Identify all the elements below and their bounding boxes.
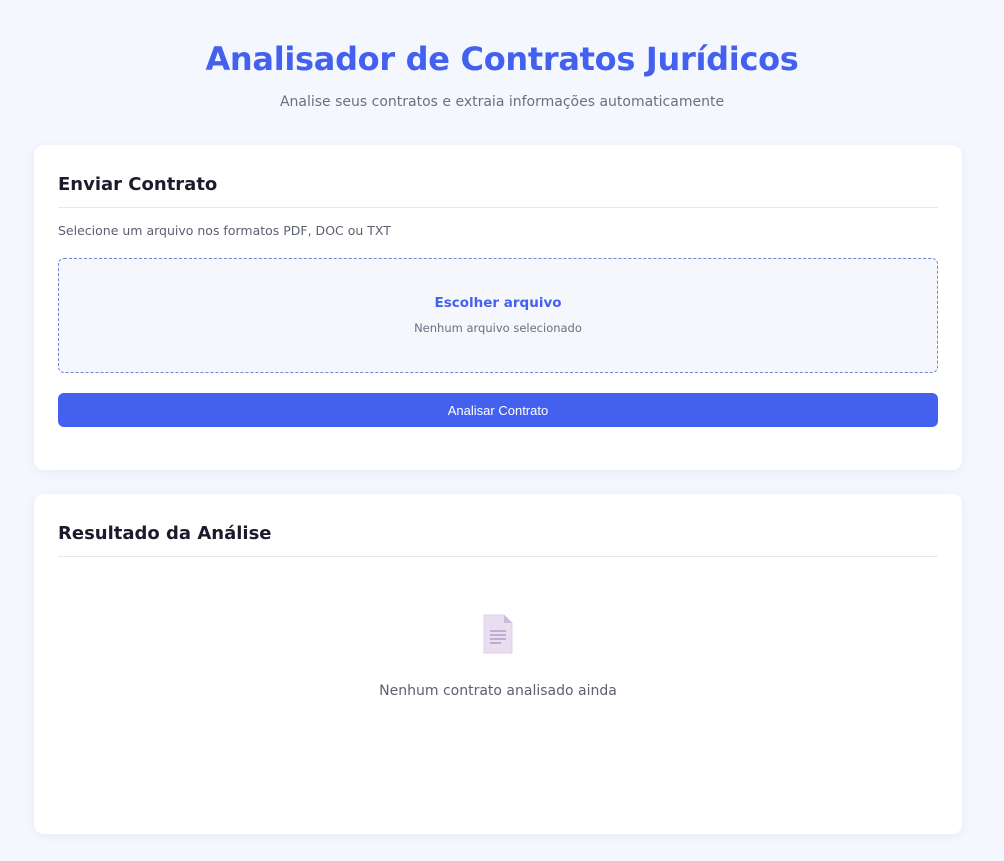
page-title: Analisador de Contratos Jurídicos <box>205 40 799 78</box>
header: Analisador de Contratos Jurídicos Analis… <box>0 0 1004 111</box>
choose-file-button[interactable]: Escolher arquivo <box>59 294 937 312</box>
empty-state: Nenhum contrato analisado ainda <box>58 557 938 700</box>
upload-hint: Selecione um arquivo nos formatos PDF, D… <box>58 223 391 238</box>
page-subtitle: Analise seus contratos e extraia informa… <box>279 94 725 110</box>
document-icon <box>482 614 514 654</box>
no-file-status: Nenhum arquivo selecionado <box>414 321 582 335</box>
file-dropzone[interactable]: Escolher arquivo Nenhum arquivo selecion… <box>58 258 938 373</box>
analyze-contract-button[interactable]: Analisar Contrato <box>58 393 938 427</box>
result-card-title: Resultado da Análise <box>58 494 938 557</box>
result-card: Resultado da Análise Nenhum contrato ana… <box>34 494 962 834</box>
empty-state-text: Nenhum contrato analisado ainda <box>379 683 617 699</box>
upload-card-title: Enviar Contrato <box>58 145 938 208</box>
upload-card: Enviar Contrato Selecione um arquivo nos… <box>34 145 962 470</box>
